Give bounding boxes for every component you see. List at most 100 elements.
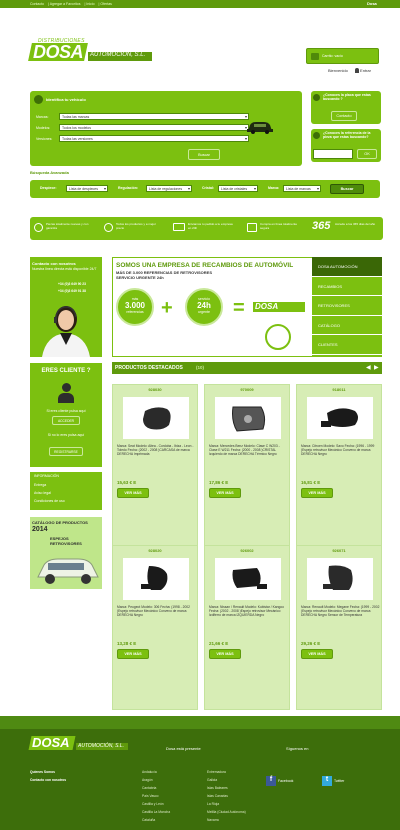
product-image[interactable] (123, 397, 189, 439)
regulacion-select[interactable]: Lista de regulaciones (146, 185, 192, 192)
product-ref: 970009 (240, 387, 254, 392)
top-link-contact[interactable]: Contacto (30, 2, 44, 6)
top-link-offers[interactable]: Ofertas (100, 2, 111, 6)
region-link[interactable]: Cantabria (142, 784, 170, 792)
banner-menu-clientes[interactable]: CLIENTES (312, 335, 382, 355)
prev-arrow-icon[interactable]: ◀ (366, 364, 372, 371)
feature-item: Piezas totalmente nuevas y con garantía (46, 222, 89, 230)
reference-input[interactable] (313, 149, 353, 159)
twitter-link[interactable]: Twitter (334, 779, 344, 783)
view-more-button[interactable]: VER MÁS (209, 649, 241, 659)
product-ref: 928030 (148, 387, 162, 392)
banner-menu-retrovisores[interactable]: RETROVISORES (312, 296, 382, 316)
references-circle: más 3.000 referencias (116, 288, 154, 326)
phone-1[interactable]: +34 (0)3 649 90 23 (58, 282, 86, 286)
region-link[interactable]: La Rioja (207, 800, 246, 808)
search-button[interactable]: Buscar (188, 149, 220, 160)
catalog-promo[interactable]: CATÁLOGO DE PRODUCTOS 2014 ESPEJOS RETRO… (30, 517, 102, 589)
site-logo[interactable]: DISTRIBUCIONES DOSA AUTOMOCIÓN, S.L. (28, 38, 152, 66)
login-link[interactable]: Entrar (360, 68, 371, 73)
footer-link-contact[interactable]: Contacto con nosotros (30, 776, 66, 784)
region-link[interactable]: Cataluña (142, 816, 170, 824)
contact-button[interactable]: Contacto (331, 111, 357, 121)
region-link[interactable]: Islas Baleares (207, 784, 246, 792)
model-select[interactable]: Todos los modelos (59, 124, 249, 131)
top-right-link[interactable]: Dosa (367, 1, 377, 6)
region-link[interactable]: Islas Canarias (207, 792, 246, 800)
catalog-year: 2014 (32, 526, 48, 533)
twitter-icon[interactable]: t (322, 776, 332, 786)
cart-button[interactable]: Carrito: vacío (306, 48, 379, 64)
product-image[interactable] (307, 397, 373, 439)
car-image (37, 558, 99, 584)
product-desc: Marca: Seat Modelo: Altea - Cordoba - Ib… (117, 444, 194, 456)
product-image[interactable] (215, 558, 281, 600)
banner-menu-catalogo[interactable]: CATÁLOGO (312, 316, 382, 335)
product-ref: 918011 (332, 387, 346, 392)
banner-sub2: SERVICIO URGENTE 24h (116, 275, 164, 280)
search-panel-title: Identifica tu vehículo (46, 97, 86, 102)
view-more-button[interactable]: VER MÁS (301, 649, 333, 659)
region-link[interactable]: Andalucía (142, 768, 170, 776)
info-item-legal[interactable]: Aviso legal (34, 491, 51, 495)
region-link[interactable]: Melilla (Ciudad Autónoma) (207, 808, 246, 816)
banner-menu: DOSA AUTOMOCIÓN RECAMBIOS RETROVISORES C… (312, 257, 382, 367)
advanced-filters: Despiece: Lista de despieces Regulación:… (30, 180, 380, 198)
banner-title: SOMOS UNA EMPRESA DE RECAMBIOS DE AUTOMÓ… (116, 262, 294, 269)
product-price: 21,66 € E (209, 641, 229, 646)
region-link[interactable]: País Vasco (142, 792, 170, 800)
region-link[interactable]: Navarra (207, 816, 246, 824)
banner-menu-recambios[interactable]: RECAMBIOS (312, 277, 382, 296)
product-card: 926002 Marca: Nissan / Renault Modelo: K… (204, 545, 290, 710)
product-image[interactable] (307, 558, 373, 600)
monitor-icon (247, 223, 257, 232)
filters-search-button[interactable]: Buscar (330, 184, 364, 194)
view-more-button[interactable]: VER MÁS (117, 488, 149, 498)
info-title: INFORMACIÓN (34, 474, 59, 478)
region-link[interactable]: Aragón (142, 776, 170, 784)
cart-icon (311, 53, 319, 60)
feature-item: Accede a los 365 días del año (335, 222, 376, 226)
region-link[interactable]: Extremadura (207, 768, 246, 776)
facebook-link[interactable]: Facebook (278, 779, 293, 783)
info-item-terms[interactable]: Condiciones de uso (34, 499, 65, 503)
region-link[interactable]: Galicia (207, 776, 246, 784)
brand-select[interactable]: Todas las marcas (59, 113, 249, 120)
product-price: 29,26 € E (301, 641, 321, 646)
brand-label: Marcas: (36, 115, 49, 119)
despiece-select[interactable]: Lista de despieces (66, 185, 108, 192)
model-label: Modelos: (36, 126, 51, 130)
register-button[interactable]: REGISTRARSE (49, 447, 83, 456)
truck-icon (173, 223, 185, 231)
view-more-button[interactable]: VER MÁS (117, 649, 149, 659)
banner-logo: DOSA (253, 302, 305, 312)
facebook-icon[interactable]: f (266, 776, 276, 786)
banner-menu-dosa[interactable]: DOSA AUTOMOCIÓN (312, 257, 382, 277)
welcome-text: Bienvenido (328, 68, 348, 73)
footer-links: Quienes Somos Contacto con nosotros (30, 768, 66, 784)
features-strip: Piezas totalmente nuevas y con garantía … (30, 217, 383, 240)
info-item-delivery[interactable]: Entrega (34, 483, 46, 487)
product-image[interactable] (215, 397, 281, 439)
version-select[interactable]: Todas las versiones (59, 135, 249, 142)
top-link-home[interactable]: Inicio (86, 2, 94, 6)
marca-select[interactable]: Lista de marcas (283, 185, 321, 192)
advanced-search-link[interactable]: Búsqueda Avanzada (30, 170, 69, 175)
support-agent-image (42, 306, 90, 357)
filter-label: Regulación: (118, 186, 139, 190)
login-client-button[interactable]: ACCEDER (52, 416, 80, 425)
reference-ok-button[interactable]: OK (357, 149, 377, 159)
view-more-button[interactable]: VER MÁS (301, 488, 333, 498)
product-ref: 926071 (332, 548, 346, 553)
footer-link-about[interactable]: Quienes Somos (30, 768, 66, 776)
region-link[interactable]: Castilla La Mancha (142, 808, 170, 816)
phone-2[interactable]: +34 (0)3 649 91 38 (58, 289, 86, 293)
feature-item: Compra en línea totalmente segura (260, 222, 298, 230)
view-more-button[interactable]: VER MÁS (209, 488, 241, 498)
next-arrow-icon[interactable]: ▶ (374, 364, 380, 371)
product-image[interactable] (123, 558, 189, 600)
user-line: Bienvenido Entrar (328, 68, 371, 74)
cristal-select[interactable]: Lista de cristales (218, 185, 258, 192)
region-link[interactable]: Castilla y León (142, 800, 170, 808)
top-link-favorites[interactable]: Agregar a Favoritos (50, 2, 81, 6)
